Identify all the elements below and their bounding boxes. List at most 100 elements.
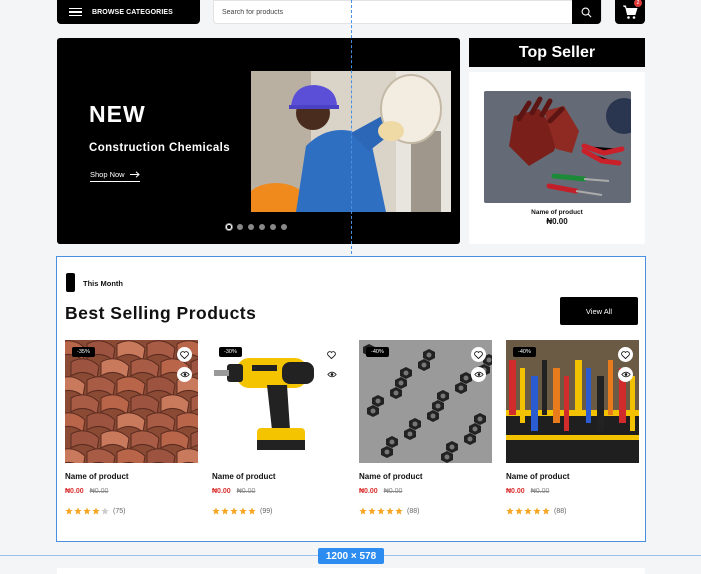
quick-view-button[interactable] [618,367,633,382]
frame-size-label: 1200 × 578 [318,548,384,564]
eye-icon [620,371,631,378]
star-icon [542,502,550,520]
heart-icon [621,350,630,359]
original-price: ₦0.00 [236,488,256,495]
carousel-dot[interactable] [281,224,287,230]
sale-price: ₦0.00 [65,488,84,495]
top-seller-product-name: Name of product [531,209,583,216]
vertical-guide-line [351,0,352,254]
star-icon [212,502,220,520]
top-seller-card[interactable]: Name of product ₦0.00 [469,72,645,244]
product-image: -30% [212,340,345,463]
shop-now-link[interactable]: Shop Now [90,170,140,182]
quick-view-button[interactable] [471,367,486,382]
heart-icon [180,350,189,359]
star-icon [230,502,238,520]
product-card[interactable]: -35% Name of product ₦0.00 ₦0.00 (75) [65,340,198,520]
product-name: Name of product [506,472,570,481]
sale-price: ₦0.00 [506,488,525,495]
section-title: Best Selling Products [65,303,257,323]
sale-price: ₦0.00 [212,488,231,495]
sale-price: ₦0.00 [359,488,378,495]
star-icon [368,502,376,520]
star-icon [65,502,73,520]
wishlist-button[interactable] [324,347,339,362]
quick-view-button[interactable] [177,367,192,382]
review-count: (88) [407,507,420,515]
star-rating [506,502,550,520]
product-rating: (99) [212,502,345,520]
product-prices: ₦0.00 ₦0.00 [212,488,345,495]
star-icon [377,502,385,520]
carousel-dot[interactable] [270,224,276,230]
carousel-dots [226,224,287,230]
wishlist-button[interactable] [618,347,633,362]
cart-button[interactable]: 2 [615,0,645,24]
star-icon [524,502,532,520]
section-tag-marker [66,273,75,292]
review-count: (75) [113,507,126,515]
star-icon [386,502,394,520]
star-icon [92,502,100,520]
original-price: ₦0.00 [89,488,109,495]
view-all-button[interactable]: View All [560,297,638,325]
original-price: ₦0.00 [383,488,403,495]
star-icon [101,502,109,520]
review-count: (99) [260,507,273,515]
discount-badge: -40% [366,347,389,357]
hero-title: NEW [89,101,146,127]
carousel-dot[interactable] [259,224,265,230]
top-seller-product-image [484,91,631,203]
quick-view-button[interactable] [324,367,339,382]
review-count: (88) [554,507,567,515]
eye-icon [179,371,190,378]
eye-icon [326,371,337,378]
arrow-right-icon [129,171,140,178]
heart-icon [327,350,336,359]
cart-count-badge: 2 [634,0,642,7]
product-prices: ₦0.00 ₦0.00 [65,488,198,495]
carousel-dot[interactable] [237,224,243,230]
star-icon [506,502,514,520]
discount-badge: -40% [513,347,536,357]
carousel-dot[interactable] [226,224,232,230]
discount-badge: -35% [72,347,95,357]
search-input[interactable] [214,8,572,16]
best-selling-section: This Month Best Selling Products View Al… [56,256,646,542]
search-icon [581,7,592,17]
star-icon [359,502,367,520]
star-rating [212,502,256,520]
discount-badge: -30% [219,347,242,357]
hero-subtitle: Construction Chemicals [89,142,231,154]
wishlist-button[interactable] [471,347,486,362]
top-seller-heading: Top Seller [469,38,645,67]
star-icon [395,502,403,520]
star-rating [65,502,109,520]
product-image: -35% [65,340,198,463]
top-seller-price: ₦0.00 [546,217,568,226]
menu-icon [69,7,82,17]
star-icon [221,502,229,520]
product-card[interactable]: -40% Name of product ₦0.00 ₦0.00 (88) [359,340,492,520]
product-name: Name of product [212,472,276,481]
section-tag: This Month [83,279,123,288]
wishlist-button[interactable] [177,347,192,362]
product-prices: ₦0.00 ₦0.00 [506,488,639,495]
heart-icon [474,350,483,359]
product-card[interactable]: -30% Name of product ₦0.00 ₦0.00 (99) [212,340,345,520]
browse-categories-button[interactable]: BROWSE CATEGORIES [57,0,200,24]
product-rating: (88) [359,502,492,520]
search-button[interactable] [572,0,601,24]
product-name: Name of product [359,472,423,481]
star-icon [74,502,82,520]
carousel-dot[interactable] [248,224,254,230]
shop-now-label: Shop Now [90,170,125,179]
product-card[interactable]: -40% Name of product ₦0.00 ₦0.00 (88) [506,340,639,520]
star-icon [248,502,256,520]
hero-banner: NEW Construction Chemicals Shop Now [57,38,460,244]
star-rating [359,502,403,520]
product-prices: ₦0.00 ₦0.00 [359,488,492,495]
product-rating: (75) [65,502,198,520]
next-section-edge [57,568,645,574]
original-price: ₦0.00 [530,488,550,495]
